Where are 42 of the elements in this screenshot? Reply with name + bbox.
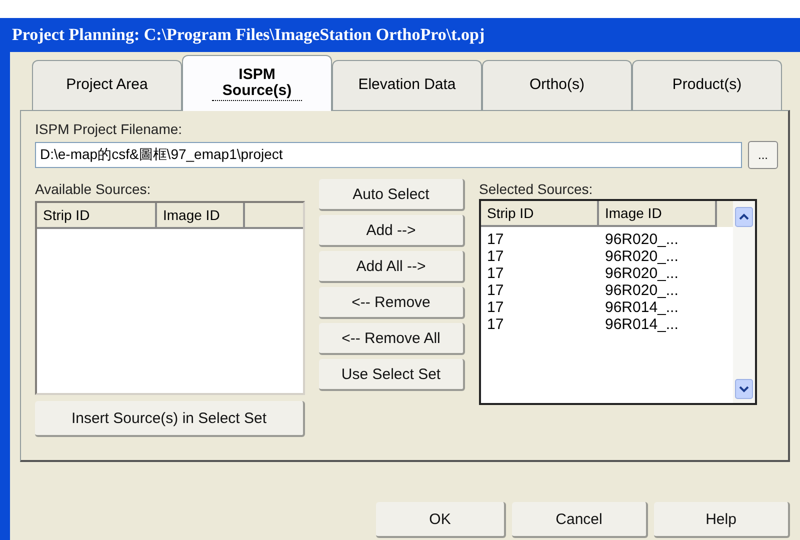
tab[interactable]: Product(s) <box>632 60 782 110</box>
tab[interactable]: Elevation Data <box>332 60 482 110</box>
strip-id-cell-text: 17 <box>486 299 505 316</box>
dialog-button[interactable]: Cancel <box>512 502 648 538</box>
available-sources-list[interactable]: Strip ID Image ID <box>35 201 305 395</box>
strip-id-cell-text: 17 <box>486 282 505 299</box>
image-id-cell-text: 96R020_... <box>604 265 680 282</box>
action-button[interactable]: Use Select Set <box>319 359 465 391</box>
tab[interactable]: Ortho(s) <box>482 60 632 110</box>
image-id-cell-text: 96R014_... <box>604 316 680 333</box>
scroll-down-button[interactable] <box>735 379 753 399</box>
selected-sources-label: Selected Sources: <box>479 181 594 197</box>
image-id-cell-text: 96R014_... <box>604 299 680 316</box>
tab[interactable]: Project Area <box>32 60 182 110</box>
filename-field[interactable]: D:\e-map的csf&圖框\97_emap1\project <box>35 142 742 168</box>
strip-id-cell-text: 17 <box>486 265 505 282</box>
action-button[interactable]: <-- Remove All <box>319 323 465 355</box>
column-header[interactable]: Strip ID <box>37 203 157 229</box>
tab[interactable]: ISPM Source(s) <box>182 55 332 111</box>
browse-button[interactable]: ... <box>748 141 778 169</box>
scrollbar[interactable] <box>733 201 755 403</box>
action-button[interactable]: Auto Select <box>319 179 465 211</box>
insert-source-button[interactable]: Insert Source(s) in Select Set <box>35 401 305 437</box>
dialog-button[interactable]: Help <box>654 502 790 538</box>
scroll-up-button[interactable] <box>735 207 753 227</box>
column-header[interactable]: Strip ID <box>481 201 599 227</box>
filename-label: ISPM Project Filename: <box>35 121 184 137</box>
image-id-cell-text: 96R020_... <box>604 282 680 299</box>
window-title: Project Planning: C:\Program Files\ImageStation OrthoPro\t.opj <box>12 25 485 45</box>
dialog-button[interactable]: OK <box>376 502 506 538</box>
action-button[interactable]: Add All --> <box>319 251 465 283</box>
column-header[interactable]: Image ID <box>599 201 717 227</box>
strip-id-cell-text: 17 <box>486 248 505 265</box>
column-header[interactable]: Image ID <box>157 203 245 229</box>
image-id-cell-text: 96R020_... <box>604 231 680 248</box>
available-sources-label: Available Sources: <box>35 181 152 197</box>
selected-sources-list[interactable]: Strip ID Image ID 17 96R020_... 17 96R020_... 17 96R020_... 17 96R020_... 17 96R014_... 17 96R014_... <box>479 199 757 405</box>
image-id-cell-text: 96R020_... <box>604 248 680 265</box>
action-button[interactable]: <-- Remove <box>319 287 465 319</box>
strip-id-cell-text: 17 <box>486 316 505 333</box>
strip-id-cell-text: 17 <box>486 231 505 248</box>
action-button[interactable]: Add --> <box>319 215 465 247</box>
